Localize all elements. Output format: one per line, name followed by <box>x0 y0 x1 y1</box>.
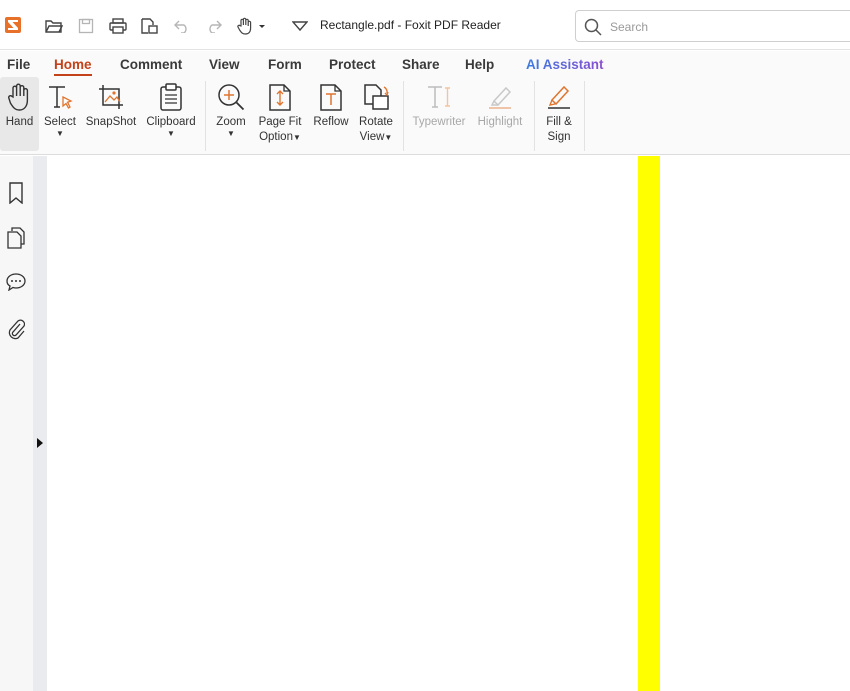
fill-label: Fill & <box>546 116 572 128</box>
save-icon[interactable] <box>75 15 97 37</box>
side-panel-gutter <box>33 156 47 691</box>
rotate-view-dropdown-icon[interactable]: ▼ <box>384 133 392 142</box>
search-icon <box>584 18 602 41</box>
ribbon-separator <box>584 81 585 151</box>
title-bar: Rectangle.pdf - Foxit PDF Reader Search <box>0 0 850 50</box>
tab-share[interactable]: Share <box>402 57 440 72</box>
tab-ai-assistant[interactable]: AI Assistant <box>526 57 604 72</box>
tab-protect[interactable]: Protect <box>329 57 376 72</box>
clipboard-label: Clipboard <box>146 116 196 128</box>
rotate-view-button[interactable]: Rotate View▼ <box>355 77 397 151</box>
select-text-icon <box>45 82 75 112</box>
redo-icon[interactable] <box>203 15 225 37</box>
select-button[interactable]: Select ▼ <box>41 77 79 151</box>
rotate-view-label: View <box>359 131 385 143</box>
sign-label: Sign <box>547 131 571 143</box>
page-fit-option-button[interactable]: Page Fit Option▼ <box>255 77 305 151</box>
pages-icon[interactable] <box>5 227 27 249</box>
select-label: Select <box>44 116 76 128</box>
snapshot-icon <box>96 82 126 112</box>
tab-file[interactable]: File <box>7 57 30 72</box>
select-dropdown-icon[interactable]: ▼ <box>56 130 64 138</box>
open-icon[interactable] <box>43 15 65 37</box>
snapshot-button[interactable]: SnapShot <box>83 77 139 151</box>
document-page[interactable] <box>47 156 850 691</box>
typewriter-label: Typewriter <box>412 116 466 128</box>
page-fit-label: Page Fit <box>258 116 302 128</box>
print-icon[interactable] <box>107 15 129 37</box>
fill-sign-button[interactable]: Fill & Sign <box>539 77 579 151</box>
highlight-icon <box>485 82 515 112</box>
zoom-icon <box>216 82 246 112</box>
tab-view[interactable]: View <box>209 57 240 72</box>
rotate-label: Rotate <box>359 116 393 128</box>
snapshot-label: SnapShot <box>85 116 137 128</box>
fill-sign-icon <box>544 82 574 112</box>
page-fit-icon <box>265 82 295 112</box>
customize-icon[interactable] <box>289 15 311 37</box>
ribbon-separator <box>403 81 404 151</box>
clipboard-dropdown-icon[interactable]: ▼ <box>167 130 175 138</box>
zoom-dropdown-icon[interactable]: ▼ <box>227 130 235 138</box>
typewriter-icon <box>424 82 454 112</box>
side-panel <box>0 156 33 691</box>
hand-label: Hand <box>5 116 34 128</box>
bookmark-icon[interactable] <box>5 182 27 204</box>
highlight-button[interactable]: Highlight <box>472 77 528 151</box>
search-input[interactable]: Search <box>610 20 648 34</box>
export-icon[interactable] <box>138 15 160 37</box>
foxit-logo-icon[interactable] <box>5 17 21 33</box>
tab-home[interactable]: Home <box>54 57 92 76</box>
zoom-button[interactable]: Zoom ▼ <box>211 77 251 151</box>
reflow-label: Reflow <box>313 116 349 128</box>
tab-comment[interactable]: Comment <box>120 57 182 72</box>
menu-bar: File Home Comment View Form Protect Shar… <box>0 51 850 77</box>
clipboard-button[interactable]: Clipboard ▼ <box>143 77 199 151</box>
typewriter-button[interactable]: Typewriter <box>408 77 470 151</box>
window-title: Rectangle.pdf - Foxit PDF Reader <box>320 18 501 32</box>
reflow-icon <box>316 82 346 112</box>
clipboard-icon <box>156 82 186 112</box>
page-fit-dropdown-icon[interactable]: ▼ <box>293 133 301 142</box>
comments-icon[interactable] <box>5 271 27 293</box>
page-fit-option-label: Option <box>259 131 293 143</box>
hand-tool-icon[interactable] <box>236 15 266 37</box>
hand-button[interactable]: Hand <box>0 77 39 151</box>
highlight-label: Highlight <box>477 116 523 128</box>
attachments-icon[interactable] <box>5 318 27 340</box>
search-box[interactable]: Search <box>575 10 850 42</box>
ribbon-toolbar: Hand Select ▼ SnapShot Clipboard ▼ Zoom … <box>0 77 850 155</box>
undo-icon[interactable] <box>171 15 193 37</box>
rotate-view-icon <box>361 82 391 112</box>
ribbon-separator <box>205 81 206 151</box>
ribbon-separator <box>534 81 535 151</box>
reflow-button[interactable]: Reflow <box>311 77 351 151</box>
yellow-rectangle <box>638 156 660 691</box>
tab-form[interactable]: Form <box>268 57 302 72</box>
hand-icon <box>5 82 35 112</box>
expand-panel-arrow-icon[interactable] <box>37 438 43 448</box>
zoom-label: Zoom <box>216 116 246 128</box>
tab-help[interactable]: Help <box>465 57 494 72</box>
